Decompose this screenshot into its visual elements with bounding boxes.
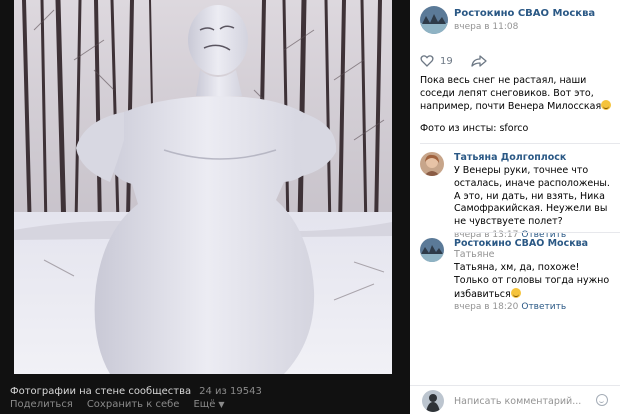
post-photo[interactable] — [14, 0, 392, 374]
more-label: Ещё — [193, 399, 216, 410]
emoji-icon[interactable] — [596, 394, 608, 406]
emoji-icon — [601, 100, 612, 110]
comment-input[interactable]: Написать комментарий... — [454, 396, 581, 407]
share-arrow-icon[interactable] — [471, 54, 487, 68]
more-menu[interactable]: Ещё ▼ — [193, 399, 224, 410]
comment-meta: вчера в 18:20 Ответить — [454, 302, 616, 312]
comment-author[interactable]: Ростокино СВАО Москва — [454, 238, 588, 249]
photo-caption: Фотографии на стене сообщества 24 из 1954… — [10, 386, 262, 397]
post-panel: Ростокино СВАО Москва вчера в 11:08 19 П… — [410, 0, 620, 414]
post-author[interactable]: Ростокино СВАО Москва — [454, 8, 595, 19]
comment: Ростокино СВАО Москва Татьяне Татьяна, х… — [454, 238, 616, 312]
community-avatar[interactable] — [420, 6, 448, 34]
post-time[interactable]: вчера в 11:08 — [454, 22, 518, 32]
photo-actions: Поделиться Сохранить к себе Ещё ▼ — [10, 399, 239, 410]
chevron-down-icon: ▼ — [218, 400, 225, 409]
post-source: Фото из инсты: sforco — [420, 123, 529, 134]
comment-author-line: Ростокино СВАО Москва Татьяне — [454, 238, 616, 260]
comment-text: Татьяна, хм, да, похоже! Только от голов… — [454, 262, 616, 301]
share-link[interactable]: Поделиться — [10, 399, 73, 410]
likes-count: 19 — [440, 55, 453, 67]
comment-time[interactable]: вчера в 18:20 — [454, 302, 518, 312]
photo-counter: 24 из 19543 — [199, 386, 262, 397]
divider — [420, 143, 620, 144]
post-text-body: Пока весь снег не растаял, наши соседи л… — [420, 75, 602, 112]
comment-author[interactable]: Татьяна Долгоплоск — [454, 152, 616, 163]
comment-composer: Написать комментарий... — [410, 385, 620, 415]
comment-text: У Венеры руки, точнее что осталась, инач… — [454, 165, 610, 228]
post-text: Пока весь снег не растаял, наши соседи л… — [420, 74, 616, 113]
user-avatar[interactable] — [422, 390, 444, 412]
comment-text-body: Татьяна, хм, да, похоже! Только от голов… — [454, 262, 610, 300]
post-reactions: 19 — [420, 52, 487, 70]
photo-viewer: Фотографии на стене сообщества 24 из 1954… — [0, 0, 620, 414]
community-avatar[interactable] — [420, 238, 444, 262]
save-link[interactable]: Сохранить к себе — [87, 399, 180, 410]
comment: Татьяна Долгоплоск У Венеры руки, точнее… — [454, 152, 616, 240]
reply-link[interactable]: Ответить — [521, 302, 566, 312]
photo-area: Фотографии на стене сообщества 24 из 1954… — [0, 0, 410, 414]
heart-icon[interactable] — [420, 54, 434, 68]
emoji-icon — [510, 287, 521, 298]
divider — [454, 232, 620, 233]
album-link[interactable]: Фотографии на стене сообщества — [10, 386, 191, 397]
commenter-avatar[interactable] — [420, 152, 444, 176]
comment-addressee[interactable]: Татьяне — [454, 249, 495, 260]
